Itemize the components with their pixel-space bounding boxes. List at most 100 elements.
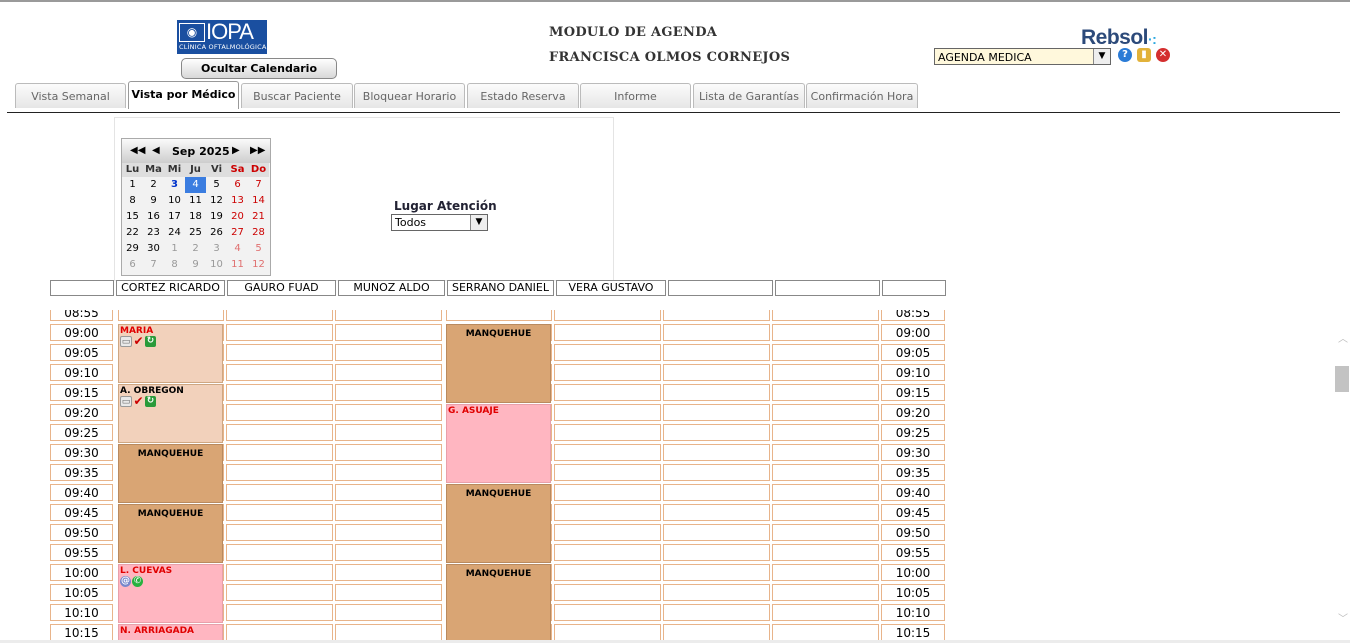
slot-cell[interactable]	[335, 344, 442, 361]
scroll-up-icon[interactable]: ︿	[1338, 330, 1348, 345]
calendar-day[interactable]: 10	[206, 257, 227, 273]
msg-icon[interactable]: ▭	[120, 396, 132, 407]
slot-cell[interactable]	[335, 444, 442, 461]
tab-7[interactable]: Lista de Garantías	[693, 83, 805, 108]
calendar-day[interactable]: 13	[227, 193, 248, 209]
slot-cell[interactable]	[554, 584, 661, 601]
calendar-day[interactable]: 3	[164, 177, 185, 193]
hide-calendar-button[interactable]: Ocultar Calendario	[181, 58, 337, 79]
calendar-day[interactable]: 6	[122, 257, 143, 273]
slot-cell[interactable]	[772, 364, 879, 381]
calendar-day[interactable]: 20	[227, 209, 248, 225]
slot-cell[interactable]	[335, 524, 442, 541]
calendar-day[interactable]: 26	[206, 225, 227, 241]
calendar-day[interactable]: 27	[227, 225, 248, 241]
slot-cell[interactable]	[772, 310, 879, 321]
calendar-day[interactable]: 21	[248, 209, 269, 225]
calendar-day[interactable]: 11	[185, 193, 206, 209]
tab-4[interactable]: Bloquear Horario	[354, 83, 465, 108]
help-icon[interactable]: ?	[1118, 48, 1132, 62]
slot-cell[interactable]	[226, 524, 333, 541]
slot-cell[interactable]	[446, 310, 552, 321]
slot-cell[interactable]	[772, 524, 879, 541]
calendar-day[interactable]: 30	[143, 241, 164, 257]
refresh-icon[interactable]: ↻	[145, 396, 156, 407]
slot-cell[interactable]	[554, 524, 661, 541]
slot-cell[interactable]	[335, 584, 442, 601]
refresh-icon[interactable]: ↻	[145, 336, 156, 347]
lock-icon[interactable]: ▮	[1137, 48, 1151, 62]
slot-cell[interactable]	[772, 464, 879, 481]
slot-cell[interactable]	[772, 604, 879, 621]
calendar-day[interactable]: 12	[206, 193, 227, 209]
slot-cell[interactable]	[663, 584, 770, 601]
doctor-column-header[interactable]: CORTEZ RICARDO	[116, 280, 225, 296]
tab-8[interactable]: Confirmación Hora	[806, 83, 918, 108]
slot-cell[interactable]	[554, 344, 661, 361]
calendar-day[interactable]: 25	[185, 225, 206, 241]
slot-cell[interactable]	[663, 310, 770, 321]
tab-3[interactable]: Buscar Paciente	[241, 83, 353, 108]
module-select[interactable]: AGENDA MEDICA ▼	[934, 48, 1111, 65]
calendar-day[interactable]: 3	[206, 241, 227, 257]
slot-cell[interactable]	[663, 624, 770, 641]
close-icon[interactable]: ✕	[1156, 48, 1170, 62]
appointment-block[interactable]: MANQUEHUE	[118, 444, 223, 503]
calendar-day[interactable]: 17	[164, 209, 185, 225]
slot-cell[interactable]	[663, 524, 770, 541]
slot-cell[interactable]	[772, 344, 879, 361]
slot-cell[interactable]	[335, 604, 442, 621]
calendar-day[interactable]: 7	[248, 177, 269, 193]
tab-2[interactable]: Vista por Médico	[128, 81, 239, 109]
doctor-column-header[interactable]: SERRANO DANIEL	[447, 280, 554, 296]
slot-cell[interactable]	[335, 564, 442, 581]
slot-cell[interactable]	[226, 484, 333, 501]
slot-cell[interactable]	[663, 484, 770, 501]
calendar-day[interactable]: 10	[164, 193, 185, 209]
slot-cell[interactable]	[663, 464, 770, 481]
calendar-day[interactable]: 12	[248, 257, 269, 273]
slot-cell[interactable]	[772, 564, 879, 581]
slot-cell[interactable]	[772, 484, 879, 501]
slot-cell[interactable]	[554, 384, 661, 401]
check-icon[interactable]: ✔	[133, 395, 144, 407]
slot-cell[interactable]	[663, 604, 770, 621]
slot-cell[interactable]	[663, 404, 770, 421]
slot-cell[interactable]	[335, 424, 442, 441]
calendar-day[interactable]: 7	[143, 257, 164, 273]
calendar-day[interactable]: 2	[185, 241, 206, 257]
doctor-column-header[interactable]: GAURO FUAD	[227, 280, 336, 296]
slot-cell[interactable]	[772, 584, 879, 601]
slot-cell[interactable]	[226, 424, 333, 441]
calendar-day[interactable]: 5	[248, 241, 269, 257]
slot-cell[interactable]	[554, 484, 661, 501]
calendar-day[interactable]: 6	[227, 177, 248, 193]
slot-cell[interactable]	[226, 504, 333, 521]
slot-cell[interactable]	[226, 384, 333, 401]
slot-cell[interactable]	[663, 504, 770, 521]
slot-cell[interactable]	[335, 384, 442, 401]
doctor-column-header[interactable]: VERA GUSTAVO	[556, 280, 666, 296]
slot-cell[interactable]	[226, 404, 333, 421]
appointment-block[interactable]: A. OBREGON ▭ ✔ ↻	[118, 384, 223, 443]
slot-cell[interactable]	[554, 544, 661, 561]
calendar-day[interactable]: 22	[122, 225, 143, 241]
slot-cell[interactable]	[663, 344, 770, 361]
appointment-block[interactable]: MANQUEHUE	[446, 484, 551, 563]
appointment-block[interactable]: MANQUEHUE	[446, 324, 551, 403]
slot-cell[interactable]	[226, 544, 333, 561]
slot-cell[interactable]	[335, 464, 442, 481]
calendar-day[interactable]: 16	[143, 209, 164, 225]
slot-cell[interactable]	[554, 504, 661, 521]
slot-cell[interactable]	[335, 484, 442, 501]
slot-cell[interactable]	[226, 364, 333, 381]
prev-month-icon[interactable]: ◀	[152, 145, 160, 156]
calendar-day[interactable]: 29	[122, 241, 143, 257]
doctor-column-header[interactable]	[775, 280, 880, 296]
doctor-column-header[interactable]	[668, 280, 773, 296]
check-icon[interactable]: ✔	[133, 335, 144, 347]
slot-cell[interactable]	[663, 444, 770, 461]
slot-cell[interactable]	[663, 424, 770, 441]
slot-cell[interactable]	[226, 624, 333, 641]
slot-cell[interactable]	[554, 324, 661, 341]
